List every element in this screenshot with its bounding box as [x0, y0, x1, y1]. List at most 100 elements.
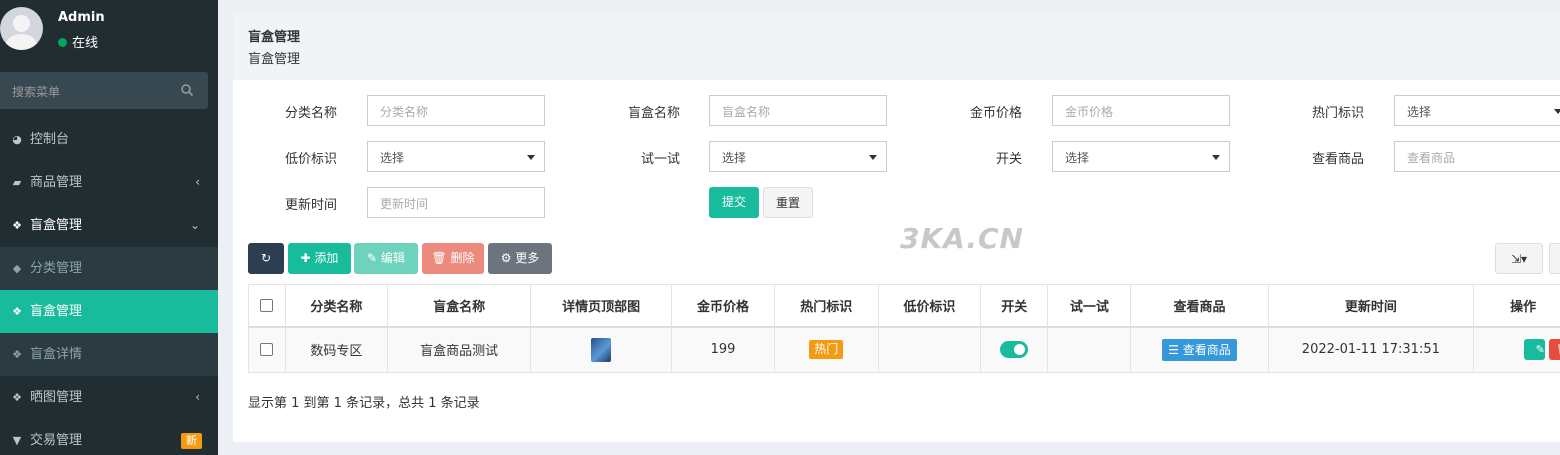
table-header-row: 分类名称 盲盒名称 详情页顶部图 金币价格 热门标识 低价标识 开关 试一试 查… — [248, 284, 1560, 328]
pagination-info: 显示第 1 到第 1 条记录，总共 1 条记录 — [248, 396, 480, 411]
table-row[interactable]: 数码专区 盲盒商品测试 199 热门 ☰ 查看商品 2022-01-11 17:… — [248, 326, 1560, 373]
switch-select[interactable]: 选择 — [1052, 141, 1230, 172]
sidebar-menu: ◕ 控制台 ▰ 商品管理 ‹ ❖ 盲盒管理 ⌄ ◆ 分类管理 ❖ 盲盒管理 ❖ 盲盒详情 ❖ 晒图… — [0, 118, 218, 455]
submit-button[interactable]: 提交 — [709, 187, 759, 218]
lowprice-select[interactable]: 选择 — [367, 141, 545, 172]
sidebar-item-category[interactable]: ◆ 分类管理 — [0, 247, 218, 290]
gear-icon: ⚙ — [500, 251, 516, 265]
new-badge: 新 — [181, 433, 202, 449]
sidebar-item-blindbox-detail[interactable]: ❖ 盲盒详情 — [0, 333, 218, 376]
col-try[interactable]: 试一试 — [1047, 284, 1132, 328]
sidebar-item-label: 控制台 — [30, 132, 70, 147]
page-title: 盲盒管理 — [248, 30, 301, 45]
row-delete-button[interactable]: 🗑 — [1549, 339, 1560, 361]
caret-down-icon — [1212, 155, 1220, 160]
refresh-button[interactable]: ↻ — [248, 243, 284, 274]
sidebar-item-label: 盲盒管理 — [30, 218, 83, 233]
cell-image — [530, 326, 673, 373]
col-name[interactable]: 盲盒名称 — [387, 284, 532, 328]
dropbox-icon: ❖ — [12, 348, 22, 361]
sidebar-item-label: 晒图管理 — [30, 390, 83, 405]
sidebar-item-goods[interactable]: ▰ 商品管理 ‹ — [0, 161, 218, 204]
sidebar-item-label: 盲盒管理 — [30, 304, 83, 319]
reset-button[interactable]: 重置 — [763, 187, 813, 218]
category-input[interactable]: 分类名称 — [367, 95, 545, 126]
view-input[interactable]: 查看商品 — [1394, 141, 1560, 172]
list-icon: ☰ — [1168, 342, 1183, 357]
refresh-icon: ↻ — [260, 251, 272, 265]
col-switch[interactable]: 开关 — [980, 284, 1049, 328]
sidebar-item-dashboard[interactable]: ◕ 控制台 — [0, 118, 218, 161]
more-button[interactable]: ⚙ 更多 — [488, 243, 552, 274]
add-button-label: 添加 — [314, 251, 339, 265]
add-button[interactable]: ✚ 添加 — [288, 243, 351, 274]
switch-label: 开关 — [995, 152, 1022, 167]
sidebar-item-label: 商品管理 — [30, 175, 83, 190]
cell-price: 199 — [671, 326, 775, 373]
updated-input[interactable]: 更新时间 — [367, 187, 545, 218]
cart-icon: ▼ — [12, 434, 22, 447]
chevron-left-icon: ‹ — [195, 390, 200, 404]
price-label: 金币价格 — [969, 106, 1022, 121]
caret-down-icon — [527, 155, 535, 160]
pencil-icon: ✎ — [1535, 343, 1545, 357]
col-category[interactable]: 分类名称 — [284, 284, 389, 328]
edit-button-label: 编辑 — [380, 251, 405, 265]
view-goods-button[interactable]: ☰ 查看商品 — [1162, 338, 1237, 361]
sidebar-item-photos[interactable]: ❖ 晒图管理 ‹ — [0, 376, 218, 419]
delete-button[interactable]: 🗑 删除 — [422, 243, 484, 274]
sidebar: Admin 在线 搜索菜单 ◕ 控制台 ▰ 商品管理 ‹ ❖ 盲盒管理 ⌄ ◆ 分类管理 ❖… — [0, 0, 218, 455]
pencil-icon: ✎ — [367, 251, 381, 265]
sidebar-item-blindbox-manage[interactable]: ❖ 盲盒管理 — [0, 290, 218, 333]
export-button[interactable]: ⇲▾ — [1495, 243, 1543, 274]
col-image[interactable]: 详情页顶部图 — [530, 284, 673, 328]
col-view[interactable]: 查看商品 — [1130, 284, 1269, 328]
hot-select[interactable]: 选择 — [1394, 95, 1560, 126]
toggle-switch[interactable] — [1000, 341, 1029, 359]
try-select[interactable]: 选择 — [709, 141, 887, 172]
price-input[interactable]: 金币价格 — [1052, 95, 1230, 126]
avatar — [0, 7, 43, 50]
cell-try — [1047, 326, 1132, 373]
cell-name: 盲盒商品测试 — [387, 326, 532, 373]
col-hot[interactable]: 热门标识 — [773, 284, 879, 328]
sidebar-item-trade[interactable]: ▼ 交易管理 新 — [0, 419, 218, 455]
try-select-value: 选择 — [722, 151, 747, 165]
sidebar-item-label: 盲盒详情 — [30, 347, 83, 362]
cell-category: 数码专区 — [284, 326, 389, 373]
cell-switch — [980, 326, 1049, 373]
col-price[interactable]: 金币价格 — [671, 284, 775, 328]
dashboard-icon: ◕ — [12, 133, 22, 146]
tags-icon: ◆ — [12, 262, 22, 275]
shopping-bag-icon: ▰ — [12, 176, 22, 189]
box-name-label: 盲盒名称 — [627, 106, 680, 121]
export-icon: ⇲▾ — [1510, 252, 1528, 266]
lowprice-label: 低价标识 — [284, 152, 337, 167]
online-dot-icon — [58, 38, 67, 47]
select-all-checkbox[interactable] — [260, 298, 274, 312]
sidebar-item-label: 交易管理 — [30, 433, 83, 448]
sidebar-item-blindbox[interactable]: ❖ 盲盒管理 ⌄ — [0, 204, 218, 247]
col-lowprice[interactable]: 低价标识 — [877, 284, 982, 328]
thumbnail-image[interactable] — [591, 337, 612, 362]
columns-button[interactable] — [1549, 243, 1560, 274]
row-edit-button[interactable]: ✎ — [1523, 339, 1545, 361]
col-updated[interactable]: 更新时间 — [1267, 284, 1475, 328]
view-goods-label: 查看商品 — [1182, 342, 1231, 357]
trash-icon: 🗑 — [431, 251, 451, 265]
row-checkbox[interactable] — [260, 343, 274, 357]
chevron-left-icon: ‹ — [195, 175, 200, 189]
col-actions: 操作 — [1473, 284, 1560, 328]
category-label: 分类名称 — [284, 106, 337, 121]
caret-down-icon — [1554, 109, 1560, 114]
cell-view: ☰ 查看商品 — [1130, 326, 1269, 373]
trash-icon: 🗑 — [1556, 343, 1560, 356]
chevron-down-icon: ⌄ — [189, 218, 200, 232]
cell-hot: 热门 — [773, 326, 879, 373]
edit-button[interactable]: ✎ 编辑 — [354, 243, 418, 274]
search-icon[interactable] — [180, 83, 194, 97]
plus-icon: ✚ — [300, 251, 315, 265]
menu-search-input[interactable]: 搜索菜单 — [0, 72, 208, 109]
dropbox-icon: ❖ — [12, 391, 22, 404]
box-name-input[interactable]: 盲盒名称 — [709, 95, 887, 126]
